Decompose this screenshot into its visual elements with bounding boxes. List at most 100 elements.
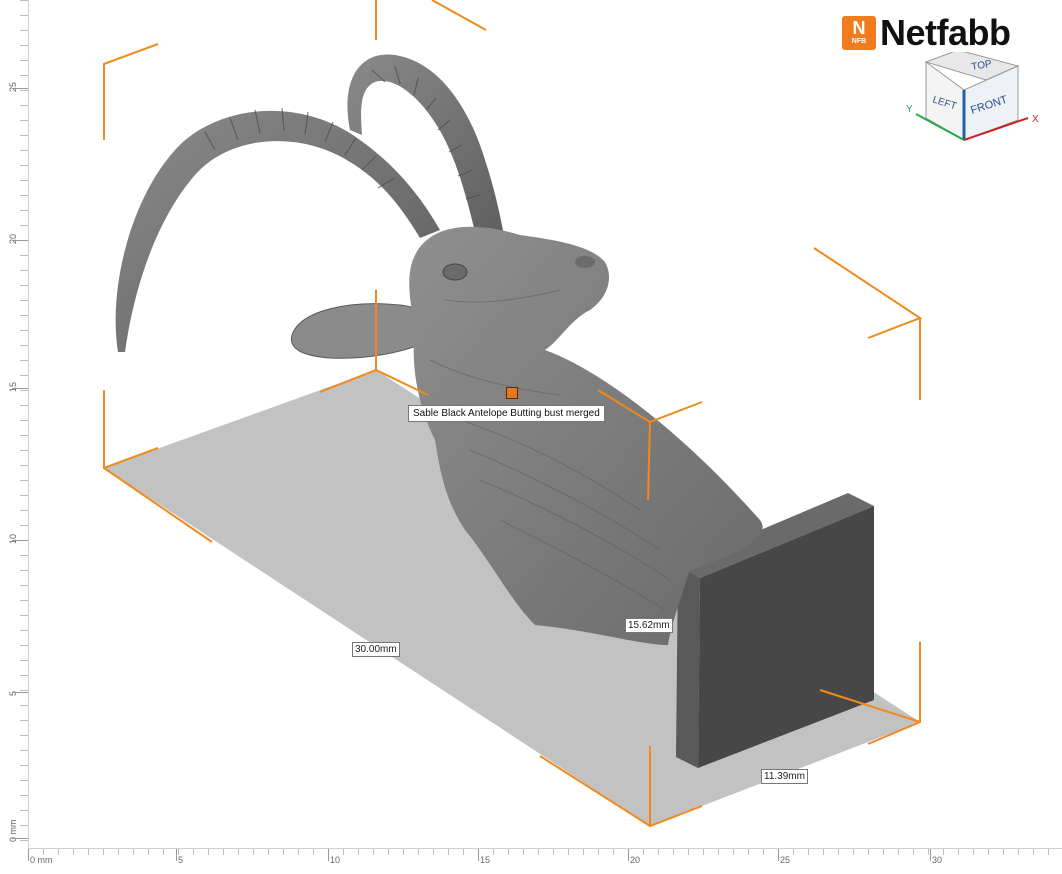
ruler-tick [20,840,28,841]
ruler-tick [20,315,28,316]
ruler-tick [793,849,794,855]
ruler-major-tick [328,849,329,861]
ruler-major-tick [778,849,779,861]
netfabb-badge-icon: N NFB [842,16,876,50]
ruler-tick [463,849,464,855]
ruler-tick [20,150,28,151]
ruler-tick [613,849,614,855]
ruler-bottom-label: 20 [630,855,641,865]
ruler-tick [20,810,28,811]
ruler-tick [208,849,209,855]
ruler-tick [20,765,28,766]
ruler-major-tick [176,849,177,861]
ruler-tick [823,849,824,855]
ruler-bottom-label: 0 mm [30,855,53,865]
ruler-tick [748,849,749,855]
ruler-left: 25 20 15 10 5 0 mm [0,0,29,848]
ruler-tick [20,750,28,751]
ruler-tick [898,849,899,855]
ruler-tick [20,720,28,721]
ruler-major-tick [12,388,28,389]
ruler-tick [598,849,599,855]
dimension-height-label: 15.62mm [625,618,673,633]
ruler-tick [20,270,28,271]
ruler-tick [673,849,674,855]
ruler-tick [20,165,28,166]
ruler-tick [20,75,28,76]
ruler-tick [358,849,359,855]
ruler-tick [20,360,28,361]
ruler-tick [343,849,344,855]
axis-x-label: X [1032,114,1039,125]
ruler-tick [133,849,134,855]
ruler-major-tick [12,692,28,693]
ruler-bottom: 0 mm 5 10 15 20 25 30 [28,848,1062,874]
ruler-tick [20,255,28,256]
ruler-tick [20,705,28,706]
ruler-tick [20,825,28,826]
ruler-tick [73,849,74,855]
ruler-bottom-label: 30 [932,855,943,865]
ruler-tick [418,849,419,855]
ruler-tick [20,90,28,91]
ruler-tick [20,795,28,796]
ruler-tick [20,675,28,676]
ruler-tick [913,849,914,855]
ruler-tick [20,180,28,181]
ruler-tick [523,849,524,855]
ruler-tick [148,849,149,855]
ruler-tick [20,630,28,631]
ruler-tick [373,849,374,855]
ruler-tick [20,480,28,481]
ruler-tick [20,225,28,226]
axis-y-label: Y [906,104,913,115]
ruler-left-label: 20 [8,233,18,244]
ruler-left-label: 15 [8,381,18,392]
ruler-major-tick [478,849,479,861]
ruler-tick [763,849,764,855]
ruler-left-label: 25 [8,81,18,92]
ruler-tick [20,390,28,391]
ruler-tick [20,450,28,451]
ruler-tick [20,135,28,136]
ruler-tick [20,525,28,526]
ruler-tick [238,849,239,855]
ruler-tick [193,849,194,855]
ruler-tick [958,849,959,855]
ruler-major-tick [12,838,28,839]
ruler-tick [1048,849,1049,855]
ruler-tick [103,849,104,855]
part-selection-handle[interactable] [506,387,518,399]
ruler-bottom-label: 5 [178,855,184,865]
ruler-tick [928,849,929,855]
ruler-tick [703,849,704,855]
ruler-tick [20,600,28,601]
ruler-major-tick [628,849,629,861]
ruler-tick [118,849,119,855]
ruler-tick [733,849,734,855]
ruler-tick [58,849,59,855]
dimension-length-label: 30.00mm [352,642,400,657]
ruler-tick [20,555,28,556]
ruler-tick [20,735,28,736]
ruler-tick [20,585,28,586]
ruler-tick [853,849,854,855]
ruler-tick [163,849,164,855]
ruler-bottom-label: 25 [780,855,791,865]
ruler-tick [433,849,434,855]
ruler-left-label: 10 [8,533,18,544]
ruler-tick [88,849,89,855]
ruler-bottom-label: 10 [330,855,341,865]
ruler-major-tick [12,88,28,89]
app-logo-text: Netfabb [880,12,1011,53]
ruler-tick [20,465,28,466]
netfabb-logo: N NFB Netfabb [842,12,1042,54]
ruler-tick [223,849,224,855]
part-name-tooltip: Sable Black Antelope Butting bust merged [408,405,605,422]
ruler-tick [1018,849,1019,855]
ruler-tick [20,300,28,301]
view-cube[interactable]: TOP LEFT FRONT X Y [900,49,1050,152]
ruler-tick [988,849,989,855]
ruler-bottom-label: 15 [480,855,491,865]
ruler-tick [388,849,389,855]
